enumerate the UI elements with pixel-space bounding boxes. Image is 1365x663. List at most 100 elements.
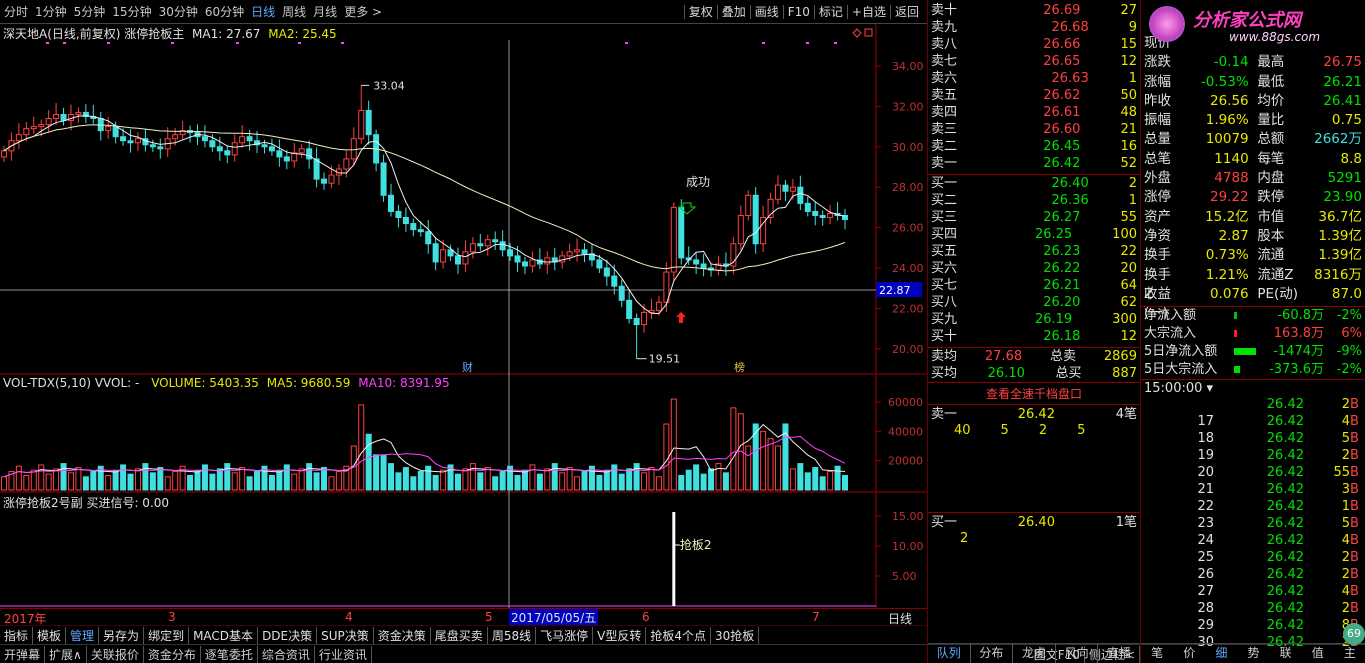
average-row: 买均 26.10 总买 887: [928, 365, 1140, 382]
status-tab-6[interactable]: 行业资讯: [315, 645, 372, 663]
x-month-6: 6: [642, 610, 650, 624]
indicator-tab-10[interactable]: 周58线: [488, 627, 537, 644]
period-tab-8[interactable]: 月线: [313, 5, 337, 19]
indicator-tab-8[interactable]: 资金决策: [374, 627, 431, 644]
tick-tab-2[interactable]: 细: [1205, 644, 1237, 663]
candle-body: [581, 249, 588, 255]
indicator-tab-4[interactable]: 绑定到: [144, 627, 190, 644]
indicator-tab-5[interactable]: MACD基本: [189, 627, 259, 644]
candle-body: [380, 162, 387, 196]
indicator-tab-14[interactable]: 30抢板: [711, 627, 760, 644]
square-icon: [864, 28, 873, 37]
candle-body: [283, 156, 290, 162]
indicator-tab-2[interactable]: 管理: [66, 627, 100, 644]
kline-chart[interactable]: 34.00 32.00 30.00 28.00 26.00 24.00 22.00 20.00…: [0, 24, 927, 608]
status-tab-4[interactable]: 逐笔委托: [201, 645, 258, 663]
period-tab-0[interactable]: 分时: [4, 5, 28, 19]
toolbar-button-4[interactable]: 标记: [813, 5, 847, 19]
tick-price: 26.42: [1266, 567, 1304, 583]
volume-bar: [722, 472, 729, 491]
volume-bar: [551, 463, 558, 491]
logo-icon: [1149, 6, 1185, 42]
indicator-tab-0[interactable]: 指标: [0, 627, 34, 644]
buy-level-label: 买六: [931, 261, 958, 276]
average-rows: 卖均 27.68 总卖 2869 买均 26.10 总买 887: [928, 347, 1140, 382]
candle-body: [105, 126, 112, 132]
tick-time: 22: [1197, 499, 1214, 515]
status-tab-1[interactable]: 扩展∧: [45, 645, 87, 663]
depth-link[interactable]: 查看全速千档盘口: [928, 382, 1140, 404]
candle-body: [574, 249, 581, 253]
indicator-tab-7[interactable]: SUP决策: [317, 627, 374, 644]
volume-bar: [127, 473, 134, 491]
volume-bar: [626, 468, 633, 491]
panel-tab-3[interactable]: 风向: [1056, 644, 1099, 663]
status-tab-0[interactable]: 开弹幕: [0, 645, 46, 663]
sell-level-row: 卖八 26.66 15: [928, 36, 1140, 53]
volume-bar: [752, 423, 759, 491]
toolbar-button-6[interactable]: 返回: [889, 5, 923, 19]
tick-tab-6[interactable]: 主: [1334, 644, 1365, 663]
period-tab-4[interactable]: 30分钟: [159, 5, 198, 19]
indicator-tab-9[interactable]: 尾盘买卖: [431, 627, 488, 644]
toolbar-button-3[interactable]: F10: [782, 5, 814, 19]
volume-bar: [760, 430, 767, 491]
candle-body: [544, 257, 551, 265]
period-tab-5[interactable]: 60分钟: [205, 5, 244, 19]
period-tab-2[interactable]: 5分钟: [74, 5, 106, 19]
period-tab-6[interactable]: 日线: [251, 5, 275, 19]
status-tab-3[interactable]: 资金分布: [144, 645, 201, 663]
tick-tab-1[interactable]: 价: [1173, 644, 1205, 663]
flow-row: 5日净流入额 -1474万 -9%: [1141, 343, 1365, 361]
ticks-header-time: 15:00:00: [1144, 381, 1203, 397]
bang-marker: 榜: [734, 360, 745, 374]
indicator-tab-12[interactable]: V型反转: [593, 627, 647, 644]
notification-badge[interactable]: 69: [1343, 623, 1365, 645]
stats-row: 总笔 1140 每笔 8.8: [1141, 150, 1365, 169]
volume-bar: [15, 465, 22, 491]
status-tab-5[interactable]: 综合资讯: [258, 645, 315, 663]
signal-dot: [762, 42, 765, 44]
flow-pct: -9%: [1336, 344, 1362, 360]
stat-value-2: 5291: [1327, 170, 1362, 187]
flow-label: 5日净流入额: [1144, 344, 1218, 360]
period-tab-9[interactable]: 更多 >: [344, 5, 382, 19]
buy-level-label: 买九: [931, 312, 958, 327]
panel-tab-1[interactable]: 分布: [971, 644, 1014, 663]
buy-level-row: 买四 26.25 100: [928, 226, 1140, 243]
tick-time: 23: [1197, 516, 1214, 532]
panel-tab-2[interactable]: 龙虎: [1013, 644, 1056, 663]
toolbar-button-5[interactable]: +自选: [846, 5, 890, 19]
panel-tab-0[interactable]: 队列: [928, 644, 971, 663]
indicator-tab-13[interactable]: 抢板4个点: [646, 627, 711, 644]
tick-tab-3[interactable]: 势: [1237, 644, 1269, 663]
tick-tab-0[interactable]: 笔: [1141, 644, 1173, 663]
indicator-tab-6[interactable]: DDE决策: [258, 627, 318, 644]
tick-tab-4[interactable]: 联: [1270, 644, 1302, 663]
candle-body: [149, 144, 156, 148]
stat-value: 29.22: [1210, 189, 1249, 206]
toolbar-button-2[interactable]: 画线: [749, 5, 783, 19]
period-tab-1[interactable]: 1分钟: [35, 5, 67, 19]
volume-bar: [112, 469, 119, 491]
stats-row: 振幅 1.96% 量比 0.75: [1141, 111, 1365, 130]
volume-bar: [276, 469, 283, 491]
buy-level-volume: 20: [1120, 261, 1137, 276]
toolbar-button-0[interactable]: 复权: [683, 5, 717, 19]
period-tab-3[interactable]: 15分钟: [112, 5, 151, 19]
sell-level-label: 卖八: [931, 37, 958, 52]
status-tab-2[interactable]: 关联报价: [87, 645, 144, 663]
panel-tab-4[interactable]: 直播: [1098, 644, 1141, 663]
indicator-tab-1[interactable]: 模板: [33, 627, 67, 644]
signal-dot: [298, 42, 301, 44]
candle-body: [827, 212, 834, 219]
tick-tab-5[interactable]: 值: [1302, 644, 1334, 663]
volume-bar: [812, 467, 819, 491]
chevron-down-icon[interactable]: ▾: [1202, 381, 1214, 396]
depth-link-text[interactable]: 查看全速千档盘口: [986, 387, 1082, 401]
toolbar-button-1[interactable]: 叠加: [716, 5, 750, 19]
indicator-tab-11[interactable]: 飞马涨停: [536, 627, 594, 644]
period-tab-7[interactable]: 周线: [282, 5, 306, 19]
volume-bar: [603, 469, 610, 491]
indicator-tab-3[interactable]: 另存为: [99, 627, 145, 644]
